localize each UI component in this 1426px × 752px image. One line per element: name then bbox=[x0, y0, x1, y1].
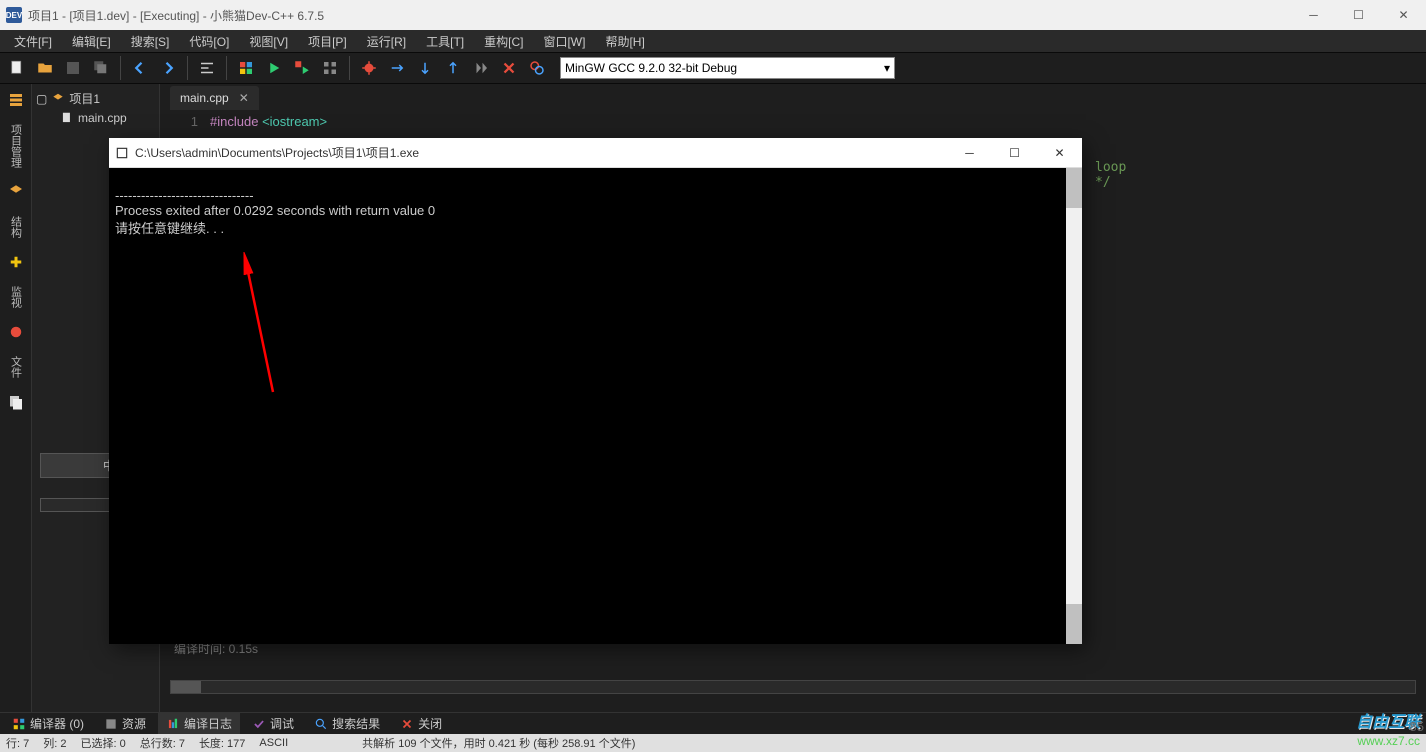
add-icon[interactable] bbox=[6, 252, 26, 272]
corner-number: 85 bbox=[1410, 719, 1424, 734]
status-sel: 已选择: 0 bbox=[80, 735, 125, 751]
console-app-icon bbox=[115, 146, 129, 160]
status-len: 长度: 177 bbox=[199, 735, 245, 751]
stop-icon[interactable] bbox=[496, 55, 522, 81]
compile-icon[interactable] bbox=[233, 55, 259, 81]
reformat-icon[interactable] bbox=[194, 55, 220, 81]
toolbar: MinGW GCC 9.2.0 32-bit Debug ▾ bbox=[0, 52, 1426, 84]
line-number: 1 bbox=[160, 114, 198, 129]
run-icon[interactable] bbox=[261, 55, 287, 81]
tab-search-results[interactable]: 搜索结果 bbox=[306, 713, 388, 734]
bottom-panel-tabs: 编译器 (0) 资源 编译日志 调试 搜索结果 关闭 bbox=[0, 712, 1426, 734]
watch-icon[interactable] bbox=[524, 55, 550, 81]
class-browser-icon[interactable] bbox=[6, 182, 26, 202]
tree-expand-icon[interactable]: ▢ bbox=[36, 92, 47, 106]
code-header: <iostream> bbox=[262, 114, 327, 129]
menu-tools[interactable]: 工具[T] bbox=[416, 31, 474, 52]
menu-edit[interactable]: 编辑[E] bbox=[62, 31, 121, 52]
continue-icon[interactable] bbox=[468, 55, 494, 81]
console-titlebar[interactable]: C:\Users\admin\Documents\Projects\项目1\项目… bbox=[109, 138, 1082, 168]
status-col: 列: 2 bbox=[43, 735, 66, 751]
status-bar: 行: 7 列: 2 已选择: 0 总行数: 7 长度: 177 ASCII 共解… bbox=[0, 734, 1426, 752]
menu-file[interactable]: 文件[F] bbox=[4, 31, 62, 52]
save-all-icon[interactable] bbox=[88, 55, 114, 81]
open-file-icon[interactable] bbox=[32, 55, 58, 81]
status-total: 总行数: 7 bbox=[140, 735, 185, 751]
step-over-icon[interactable] bbox=[384, 55, 410, 81]
file-icon bbox=[60, 111, 74, 125]
console-scrollbar[interactable] bbox=[1066, 168, 1082, 644]
tab-debug[interactable]: 调试 bbox=[244, 713, 302, 734]
console-separator: -------------------------------- bbox=[115, 188, 1076, 203]
menu-help[interactable]: 帮助[H] bbox=[595, 31, 654, 52]
debug-icon[interactable] bbox=[356, 55, 382, 81]
status-parse: 共解析 109 个文件，用时 0.421 秒 (每秒 258.91 个文件) bbox=[362, 735, 635, 751]
app-icon: DEV bbox=[6, 7, 22, 23]
window-title: 项目1 - [项目1.dev] - [Executing] - 小熊猫Dev-C… bbox=[28, 7, 324, 24]
files-label: 文件 bbox=[8, 356, 24, 378]
project-manager-label: 项目管理 bbox=[8, 124, 24, 168]
scrollbar-thumb[interactable] bbox=[171, 681, 201, 693]
console-minimize-button[interactable]: ─ bbox=[947, 138, 992, 168]
struct-label: 结构 bbox=[8, 216, 24, 238]
minimize-button[interactable]: ─ bbox=[1291, 0, 1336, 30]
console-maximize-button[interactable]: ☐ bbox=[992, 138, 1037, 168]
menu-run[interactable]: 运行[R] bbox=[357, 31, 416, 52]
tree-project-row[interactable]: ▢ 项目1 bbox=[32, 88, 159, 109]
menu-window[interactable]: 窗口[W] bbox=[533, 31, 595, 52]
tab-compiler[interactable]: 编译器 (0) bbox=[4, 713, 92, 734]
status-enc: ASCII bbox=[259, 737, 288, 749]
project-manager-icon[interactable] bbox=[6, 90, 26, 110]
tab-close[interactable]: 关闭 bbox=[392, 713, 450, 734]
save-icon[interactable] bbox=[60, 55, 86, 81]
tree-project-name: 项目1 bbox=[69, 90, 100, 107]
menu-refactor[interactable]: 重构[C] bbox=[474, 31, 533, 52]
activity-bar: 项目管理 结构 监视 文件 bbox=[0, 84, 32, 712]
compile-run-icon[interactable] bbox=[289, 55, 315, 81]
watermark-url: www.xz7.cc bbox=[1357, 734, 1420, 748]
console-output[interactable]: -------------------------------- Process… bbox=[109, 168, 1082, 644]
forward-icon[interactable] bbox=[155, 55, 181, 81]
console-scroll-thumb-bottom[interactable] bbox=[1066, 604, 1082, 644]
tab-resources[interactable]: 资源 bbox=[96, 713, 154, 734]
code-comment-remnant: loop */ bbox=[1095, 160, 1141, 190]
tab-label: main.cpp bbox=[180, 91, 229, 105]
console-window: C:\Users\admin\Documents\Projects\项目1\项目… bbox=[109, 138, 1082, 644]
step-into-icon[interactable] bbox=[412, 55, 438, 81]
step-out-icon[interactable] bbox=[440, 55, 466, 81]
menu-search[interactable]: 搜索[S] bbox=[121, 31, 180, 52]
close-button[interactable]: ✕ bbox=[1381, 0, 1426, 30]
console-exit-line: Process exited after 0.0292 seconds with… bbox=[115, 203, 1076, 218]
rebuild-icon[interactable] bbox=[317, 55, 343, 81]
horizontal-scrollbar[interactable] bbox=[170, 680, 1416, 694]
compiler-value: MinGW GCC 9.2.0 32-bit Debug bbox=[565, 61, 737, 75]
tab-close-icon[interactable]: ✕ bbox=[239, 91, 249, 105]
console-prompt-line: 请按任意键继续. . . bbox=[115, 218, 1076, 237]
tree-file-row[interactable]: main.cpp bbox=[32, 109, 159, 127]
chevron-down-icon: ▾ bbox=[884, 61, 890, 75]
menu-bar: 文件[F] 编辑[E] 搜索[S] 代码[O] 视图[V] 项目[P] 运行[R… bbox=[0, 30, 1426, 52]
status-line: 行: 7 bbox=[6, 735, 29, 751]
console-title: C:\Users\admin\Documents\Projects\项目1\项目… bbox=[135, 144, 419, 161]
project-icon bbox=[51, 92, 65, 106]
menu-code[interactable]: 代码[O] bbox=[179, 31, 239, 52]
tab-compile-log[interactable]: 编译日志 bbox=[158, 713, 240, 734]
console-close-button[interactable]: ✕ bbox=[1037, 138, 1082, 168]
debug-panel-icon[interactable] bbox=[6, 322, 26, 342]
editor-tab[interactable]: main.cpp ✕ bbox=[170, 86, 259, 110]
maximize-button[interactable]: ☐ bbox=[1336, 0, 1381, 30]
new-file-icon[interactable] bbox=[4, 55, 30, 81]
tree-file-name: main.cpp bbox=[78, 111, 127, 125]
menu-view[interactable]: 视图[V] bbox=[239, 31, 298, 52]
menu-project[interactable]: 项目[P] bbox=[298, 31, 357, 52]
back-icon[interactable] bbox=[127, 55, 153, 81]
console-scroll-thumb-top[interactable] bbox=[1066, 168, 1082, 208]
files-icon[interactable] bbox=[6, 392, 26, 412]
watch-label: 监视 bbox=[8, 286, 24, 308]
code-keyword: #include bbox=[210, 114, 258, 129]
window-titlebar: DEV 项目1 - [项目1.dev] - [Executing] - 小熊猫D… bbox=[0, 0, 1426, 30]
compiler-dropdown[interactable]: MinGW GCC 9.2.0 32-bit Debug ▾ bbox=[560, 57, 895, 79]
